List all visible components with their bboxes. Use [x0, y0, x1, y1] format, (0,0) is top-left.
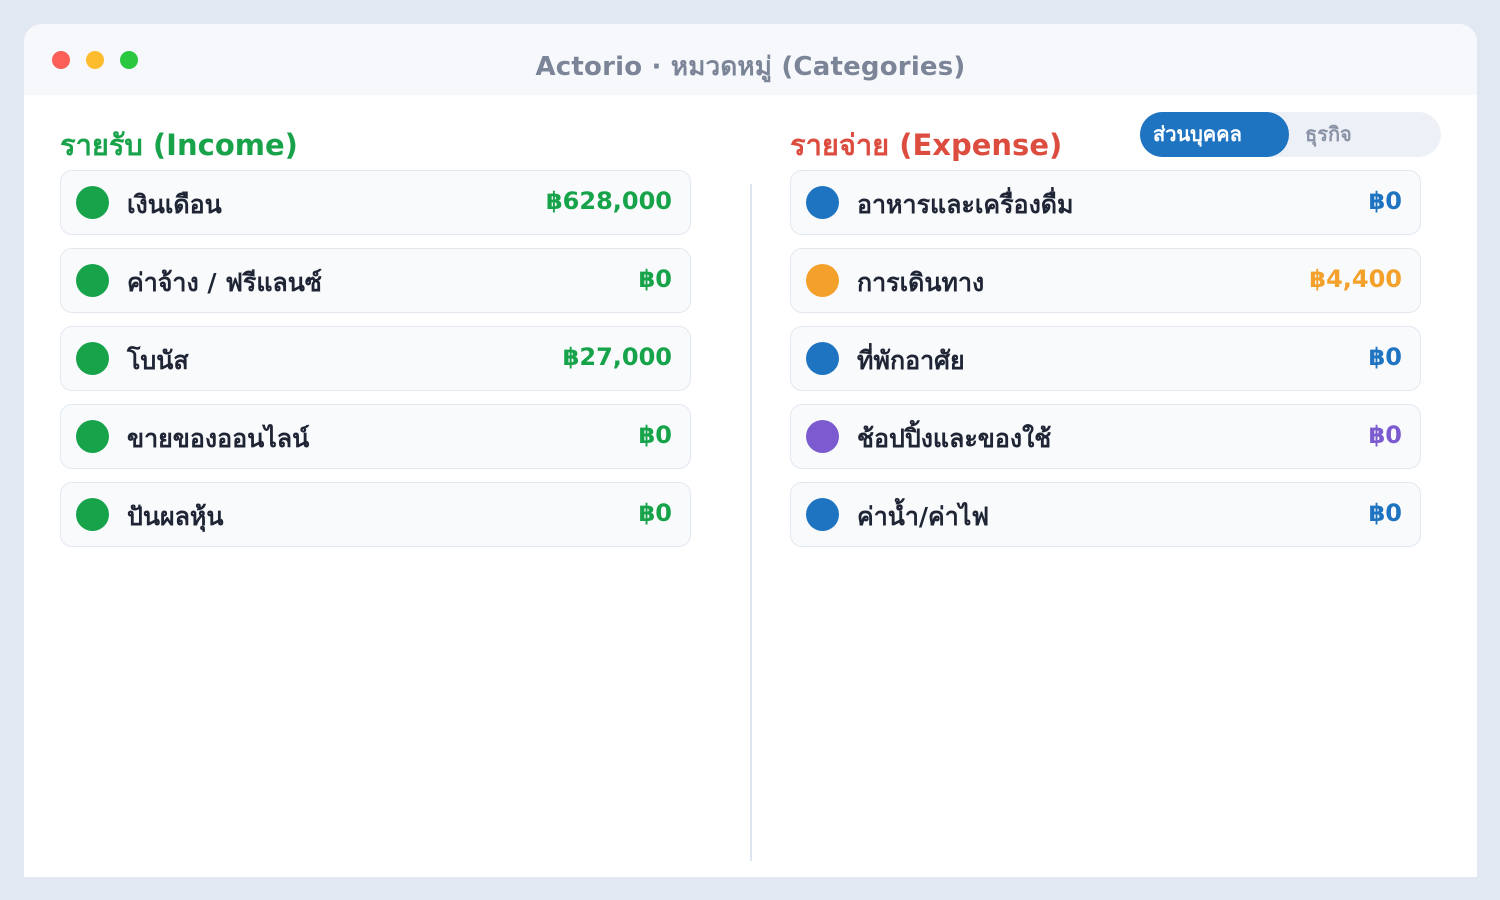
- expense-category-row[interactable]: อาหารและเครื่องดื่ม ฿0: [790, 170, 1421, 235]
- category-color-dot: [76, 186, 109, 219]
- expense-section-title: รายจ่าย (Expense): [790, 128, 1063, 162]
- category-amount: ฿0: [638, 421, 672, 449]
- expense-category-row[interactable]: ค่าน้ำ/ค่าไฟ ฿0: [790, 482, 1421, 547]
- category-name: การเดินทาง: [857, 268, 985, 297]
- category-color-dot: [806, 498, 839, 531]
- income-category-row[interactable]: ขายของออนไลน์ ฿0: [60, 404, 691, 469]
- income-category-row[interactable]: ปันผลหุ้น ฿0: [60, 482, 691, 547]
- expense-type-toggle: ส่วนบุคคล ธุรกิจ: [1140, 112, 1441, 157]
- income-category-row[interactable]: เงินเดือน ฿628,000: [60, 170, 691, 235]
- income-category-row[interactable]: โบนัส ฿27,000: [60, 326, 691, 391]
- category-name: ปันผลหุ้น: [127, 502, 224, 531]
- category-amount: ฿628,000: [545, 187, 672, 215]
- category-name: อาหารและเครื่องดื่ม: [857, 190, 1074, 219]
- category-color-dot: [76, 342, 109, 375]
- app-window: Actorio · หมวดหมู่ (Categories) รายรับ (…: [24, 24, 1477, 877]
- category-amount: ฿0: [1368, 499, 1402, 527]
- category-name: ที่พักอาศัย: [857, 346, 965, 375]
- category-amount: ฿27,000: [562, 343, 672, 371]
- category-amount: ฿0: [1368, 421, 1402, 449]
- category-name: เงินเดือน: [127, 190, 222, 219]
- category-color-dot: [806, 342, 839, 375]
- category-color-dot: [806, 186, 839, 219]
- income-section-title: รายรับ (Income): [60, 128, 298, 162]
- category-name: ขายของออนไลน์: [127, 424, 310, 453]
- expense-category-row[interactable]: ที่พักอาศัย ฿0: [790, 326, 1421, 391]
- expense-category-list: อาหารและเครื่องดื่ม ฿0 การเดินทาง ฿4,400 ที่…: [790, 170, 1421, 560]
- expense-category-row[interactable]: ช้อปปิ้งและของใช้ ฿0: [790, 404, 1421, 469]
- category-amount: ฿4,400: [1309, 265, 1402, 293]
- category-color-dot: [806, 264, 839, 297]
- window-title: Actorio · หมวดหมู่ (Categories): [535, 52, 966, 82]
- category-name: ช้อปปิ้งและของใช้: [857, 424, 1052, 453]
- title-bar: Actorio · หมวดหมู่ (Categories): [24, 24, 1477, 95]
- category-amount: ฿0: [638, 265, 672, 293]
- category-color-dot: [76, 498, 109, 531]
- category-amount: ฿0: [638, 499, 672, 527]
- category-color-dot: [76, 264, 109, 297]
- income-category-row[interactable]: ค่าจ้าง / ฟรีแลนซ์ ฿0: [60, 248, 691, 313]
- category-color-dot: [806, 420, 839, 453]
- toggle-option-personal[interactable]: ส่วนบุคคล: [1140, 112, 1289, 157]
- category-name: ค่าน้ำ/ค่าไฟ: [857, 502, 990, 531]
- category-name: ค่าจ้าง / ฟรีแลนซ์: [127, 268, 322, 297]
- category-amount: ฿0: [1368, 187, 1402, 215]
- toggle-option-business[interactable]: ธุรกิจ: [1289, 112, 1441, 157]
- category-name: โบนัส: [127, 346, 189, 375]
- column-divider: [750, 184, 752, 861]
- expense-category-row[interactable]: การเดินทาง ฿4,400: [790, 248, 1421, 313]
- category-amount: ฿0: [1368, 343, 1402, 371]
- income-category-list: เงินเดือน ฿628,000 ค่าจ้าง / ฟรีแลนซ์ ฿0 โบน…: [60, 170, 691, 560]
- category-color-dot: [76, 420, 109, 453]
